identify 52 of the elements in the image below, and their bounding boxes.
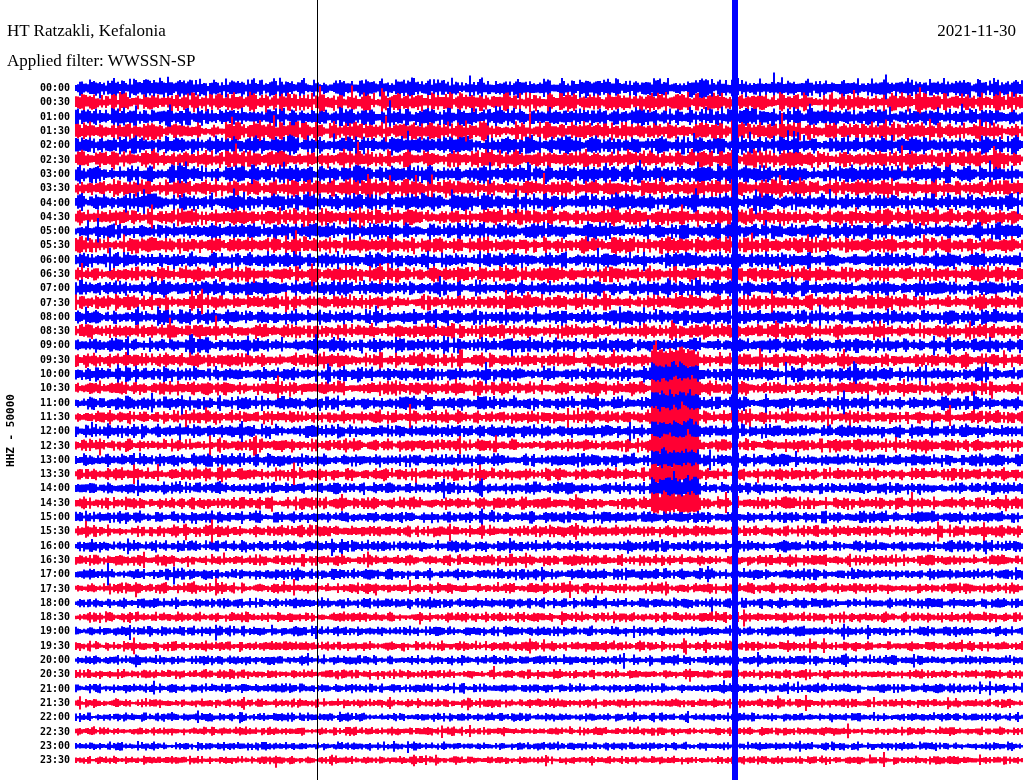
time-label: 16:30 <box>38 553 70 566</box>
time-label: 10:30 <box>38 382 70 395</box>
time-label: 06:00 <box>38 253 70 266</box>
time-label: 02:00 <box>38 139 70 152</box>
time-label: 15:30 <box>38 525 70 538</box>
time-label: 04:30 <box>38 210 70 223</box>
time-label: 21:00 <box>38 682 70 695</box>
time-label: 06:30 <box>38 268 70 280</box>
time-label: 09:30 <box>38 353 70 366</box>
time-label: 03:30 <box>38 182 70 195</box>
station-name: HT Ratzakli, Kefalonia <box>7 20 167 42</box>
time-label: 17:00 <box>38 568 70 581</box>
time-label: 14:30 <box>38 496 70 509</box>
time-label: 12:30 <box>38 439 70 452</box>
time-label: 09:00 <box>38 339 70 352</box>
time-label: 23:30 <box>38 754 70 767</box>
time-label: 22:30 <box>38 725 70 738</box>
time-label: 18:30 <box>38 611 70 624</box>
time-label: 11:00 <box>38 396 70 409</box>
time-label: 12:00 <box>38 425 70 438</box>
date-label: 2021-11-30 <box>937 20 1016 42</box>
time-label: 05:30 <box>38 239 70 252</box>
time-label: 20:30 <box>38 668 70 681</box>
time-label: 13:30 <box>38 468 70 481</box>
time-label: 20:00 <box>38 654 70 666</box>
time-label: 15:00 <box>38 511 70 524</box>
channel-axis-label: HHZ - 50000 <box>3 394 17 467</box>
time-label: 14:00 <box>38 482 70 495</box>
time-label: 07:30 <box>38 296 70 309</box>
time-label: 00:00 <box>38 82 70 95</box>
time-label: 10:00 <box>38 368 70 381</box>
time-label: 03:00 <box>38 167 70 180</box>
time-label: 16:00 <box>38 539 70 552</box>
time-label: 23:00 <box>38 739 70 752</box>
time-label: 00:30 <box>38 96 70 109</box>
time-label: 17:30 <box>38 582 70 595</box>
time-label: 18:00 <box>38 596 70 609</box>
time-label: 19:30 <box>38 639 70 652</box>
time-label: 21:30 <box>38 696 70 709</box>
time-label: 13:00 <box>38 453 70 466</box>
time-label: 04:00 <box>38 196 70 209</box>
filter-label: Applied filter: WWSSN-SP <box>7 50 197 72</box>
time-label: 02:30 <box>38 153 70 166</box>
time-label: 01:30 <box>38 125 70 138</box>
time-label: 22:00 <box>38 711 70 724</box>
time-label: 19:00 <box>38 625 70 638</box>
time-label: 07:00 <box>38 282 70 295</box>
time-label: 05:00 <box>38 225 70 238</box>
time-label: 08:30 <box>38 325 70 338</box>
time-label: 08:00 <box>38 310 70 323</box>
time-label: 01:00 <box>38 110 70 123</box>
time-label: 11:30 <box>38 410 70 423</box>
